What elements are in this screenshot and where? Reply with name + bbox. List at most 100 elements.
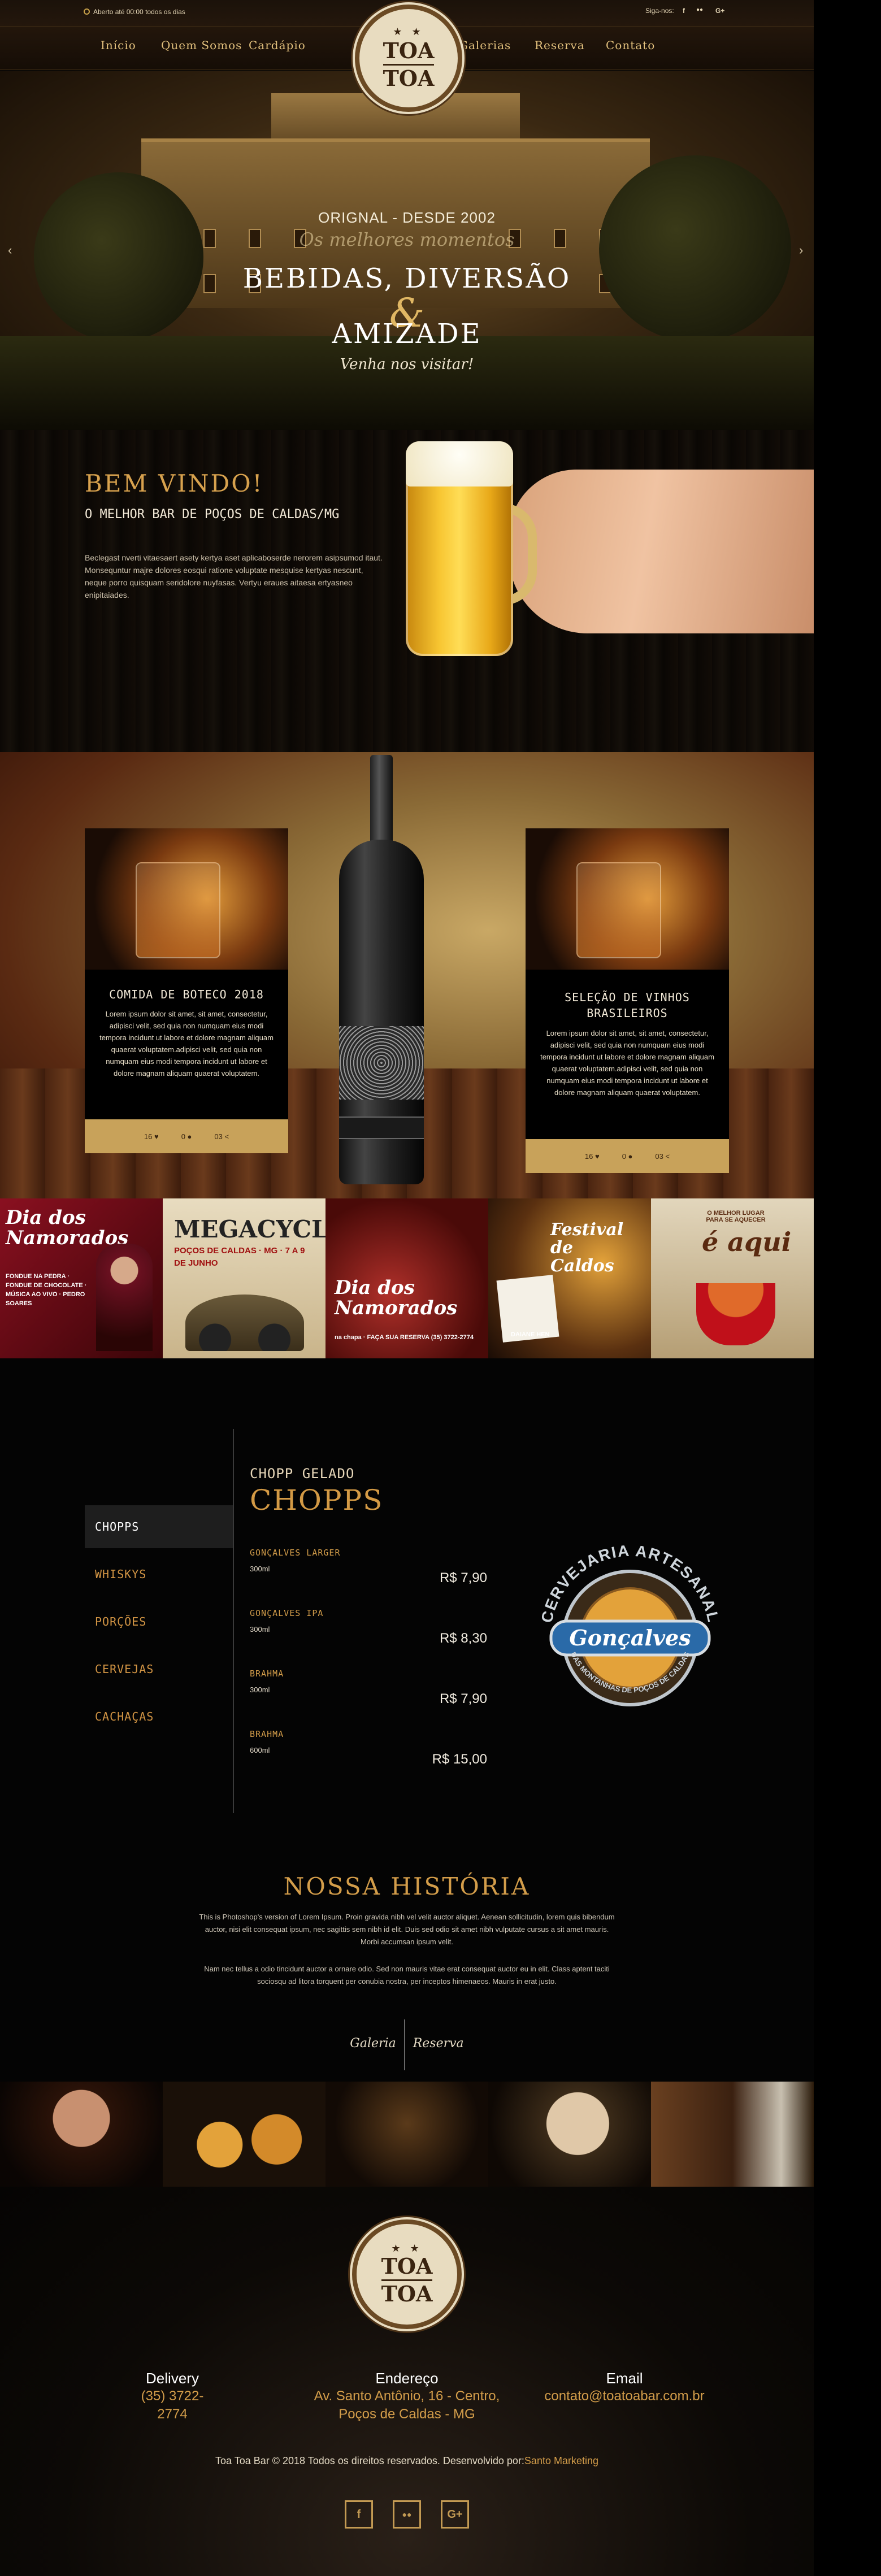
- singer-photo: [96, 1244, 153, 1351]
- copyright-text: Toa Toa Bar © 2018 Todos os direitos res…: [215, 2455, 524, 2466]
- nav-galerias[interactable]: Galerias: [459, 38, 511, 52]
- beer-foam: [406, 441, 513, 486]
- tile-subtitle: POÇOS DE CALDAS · MG · 7 A 9 DE JUNHO: [174, 1246, 305, 1268]
- card-image: [85, 828, 288, 970]
- opening-hours: Aberto até 00:00 todos os dias: [84, 8, 185, 16]
- footer-delivery: Delivery (35) 3722-2774: [130, 2370, 215, 2423]
- main-content: Aberto até 00:00 todos os dias Siga-nos:…: [0, 0, 814, 2576]
- nav-inicio[interactable]: Início: [101, 38, 136, 52]
- footer: ★ ★ TOA TOA Delivery (35) 3722-2774 Ende…: [0, 2187, 814, 2576]
- gallery-tile[interactable]: Festival de Caldos DAIANE HEN: [488, 1198, 651, 1358]
- menu-title: CHOPPS: [250, 1484, 384, 1517]
- tab-whiskys[interactable]: WHISKYS: [85, 1553, 233, 1596]
- bottle-label: [339, 1026, 424, 1100]
- brewery-badge: CERVEJARIA ARTESANAL Gonçalves DAS MONTA…: [538, 1545, 721, 1706]
- tile-subtitle: O MELHOR LUGAR PARA SE AQUECER: [706, 1210, 766, 1223]
- photo-woman-drinking[interactable]: [488, 2082, 651, 2187]
- comments-count[interactable]: 0 ●: [622, 1152, 633, 1161]
- card-title: SELEÇÃO DE VINHOS BRASILEIROS: [565, 991, 690, 1020]
- menu-tabs: CHOPPS WHISKYS PORÇÕES CERVEJAS CACHAÇAS: [85, 1505, 233, 1743]
- clock-icon: [84, 8, 90, 15]
- right-gutter: [814, 0, 881, 2576]
- footer-logo[interactable]: ★ ★ TOA TOA: [352, 2219, 462, 2329]
- garden: [0, 336, 814, 430]
- hero-subtitle: ORIGNAL - DESDE 2002: [318, 209, 496, 226]
- tab-cachacas[interactable]: CACHAÇAS: [85, 1695, 233, 1738]
- developer-link[interactable]: Santo Marketing: [524, 2455, 598, 2466]
- menu-item: BRAHMA 300ml R$ 7,90: [250, 1669, 487, 1729]
- product-card[interactable]: COMIDA DE BOTECO 2018 Lorem ipsum dolor …: [85, 828, 288, 1153]
- email-link[interactable]: contato@toatoabar.com.br: [537, 2387, 712, 2405]
- nav-quem-somos[interactable]: Quem Somos: [161, 38, 242, 52]
- menu-item: GONÇALVES IPA 300ml R$ 8,30: [250, 1608, 487, 1669]
- hero-slider: ORIGNAL - DESDE 2002 Os melhores momento…: [0, 71, 814, 430]
- logo[interactable]: ★ ★ TOA TOA: [355, 5, 462, 112]
- photo-bartender[interactable]: [326, 2082, 488, 2187]
- card-body: Lorem ipsum dolor sit amet, sit amet, co…: [99, 1010, 274, 1078]
- history-links: Galeria Reserva: [0, 2019, 814, 2070]
- gallery-tile[interactable]: Dia dos Namorados FONDUE NA PEDRA · FOND…: [0, 1198, 163, 1358]
- photo-strip: [0, 2082, 814, 2187]
- card-title: COMIDA DE BOTECO 2018: [109, 988, 264, 1001]
- likes-count[interactable]: 16 ♥: [585, 1152, 600, 1161]
- email-heading: Email: [606, 2370, 643, 2387]
- delivery-phone[interactable]: (35) 3722-2774: [130, 2387, 215, 2423]
- logo-word-bottom: TOA: [383, 66, 435, 91]
- opening-hours-text: Aberto até 00:00 todos os dias: [93, 8, 185, 16]
- wine-bottle-image: [339, 755, 424, 1190]
- shares-count[interactable]: 03 <: [214, 1132, 229, 1141]
- whisky-glass: [576, 862, 661, 958]
- nav-cardapio[interactable]: Cardápio: [249, 38, 306, 52]
- gallery-tile[interactable]: O MELHOR LUGAR PARA SE AQUECER é aqui: [651, 1198, 814, 1358]
- history-paragraph-1: This is Photoshop's version of Lorem Ips…: [199, 1913, 615, 1946]
- footer-tripadvisor-icon[interactable]: ●●: [393, 2500, 421, 2529]
- item-volume: 300ml: [250, 1686, 270, 1694]
- bottle-neck: [370, 755, 393, 851]
- menu-divider: [233, 1429, 234, 1813]
- photo-woman-whisky[interactable]: [0, 2082, 163, 2187]
- tab-chopps[interactable]: CHOPPS: [85, 1505, 233, 1548]
- welcome-body: Beclegast nverti vitaesaert asety kertya…: [85, 553, 383, 600]
- comments-count[interactable]: 0 ●: [181, 1132, 192, 1141]
- product-card[interactable]: SELEÇÃO DE VINHOS BRASILEIROS Lorem ipsu…: [526, 828, 729, 1173]
- featured-section: COMIDA DE BOTECO 2018 Lorem ipsum dolor …: [0, 752, 814, 1198]
- follow-label: Siga-nos:: [645, 7, 674, 15]
- tile-title: é aqui: [702, 1227, 792, 1257]
- slider-prev-icon[interactable]: ‹: [8, 243, 12, 258]
- gallery-tile[interactable]: MEGACYCLE POÇOS DE CALDAS · MG · 7 A 9 D…: [163, 1198, 326, 1358]
- tab-cervejas[interactable]: CERVEJAS: [85, 1648, 233, 1691]
- likes-count[interactable]: 16 ♥: [144, 1132, 159, 1141]
- item-volume: 300ml: [250, 1625, 270, 1634]
- nav-contato[interactable]: Contato: [606, 38, 655, 52]
- tripadvisor-icon[interactable]: ●●: [696, 7, 703, 13]
- welcome-subtitle: O MELHOR BAR DE POÇOS DE CALDAS/MG: [85, 507, 340, 522]
- slider-next-icon[interactable]: ›: [799, 243, 803, 258]
- item-price: R$ 7,90: [439, 1691, 487, 1706]
- delivery-heading: Delivery: [146, 2370, 199, 2387]
- item-price: R$ 7,90: [439, 1570, 487, 1585]
- gallery-strip: Dia dos Namorados FONDUE NA PEDRA · FOND…: [0, 1198, 814, 1358]
- tile-subtitle: na chapa · FAÇA SUA RESERVA (35) 3722-27…: [335, 1334, 474, 1341]
- shares-count[interactable]: 03 <: [655, 1152, 670, 1161]
- gallery-tile[interactable]: Dia dos Namorados na chapa · FAÇA SUA RE…: [326, 1198, 488, 1358]
- address-line-1: Av. Santo Antônio, 16 - Centro,: [314, 2388, 500, 2404]
- menu-items: GONÇALVES LARGER 300ml R$ 7,90 GONÇALVES…: [250, 1548, 487, 1789]
- tile-title: Dia dos Namorados: [6, 1206, 129, 1249]
- tab-porcoes[interactable]: PORÇÕES: [85, 1600, 233, 1643]
- nav-reserva[interactable]: Reserva: [535, 38, 585, 52]
- address-line-2: Poços de Caldas - MG: [338, 2406, 475, 2422]
- photo-barrel-decanter[interactable]: [651, 2082, 814, 2187]
- address-heading: Endereço: [375, 2370, 439, 2387]
- card-footer: 16 ♥ 0 ● 03 <: [85, 1119, 288, 1153]
- history-section: NOSSA HISTÓRIA This is Photoshop's versi…: [0, 1856, 814, 2082]
- google-plus-icon[interactable]: G+: [715, 7, 724, 15]
- facebook-icon[interactable]: f: [683, 7, 685, 15]
- link-galeria[interactable]: Galeria: [342, 2036, 403, 2051]
- footer-email: Email contato@toatoabar.com.br: [537, 2370, 712, 2405]
- footer-google-plus-icon[interactable]: G+: [441, 2500, 469, 2529]
- menu-item: BRAHMA 600ml R$ 15,00: [250, 1729, 487, 1789]
- photo-whisky-glasses[interactable]: [163, 2082, 326, 2187]
- link-reserva[interactable]: Reserva: [405, 2036, 472, 2051]
- footer-facebook-icon[interactable]: f: [345, 2500, 373, 2529]
- bottle-band: [339, 1117, 424, 1139]
